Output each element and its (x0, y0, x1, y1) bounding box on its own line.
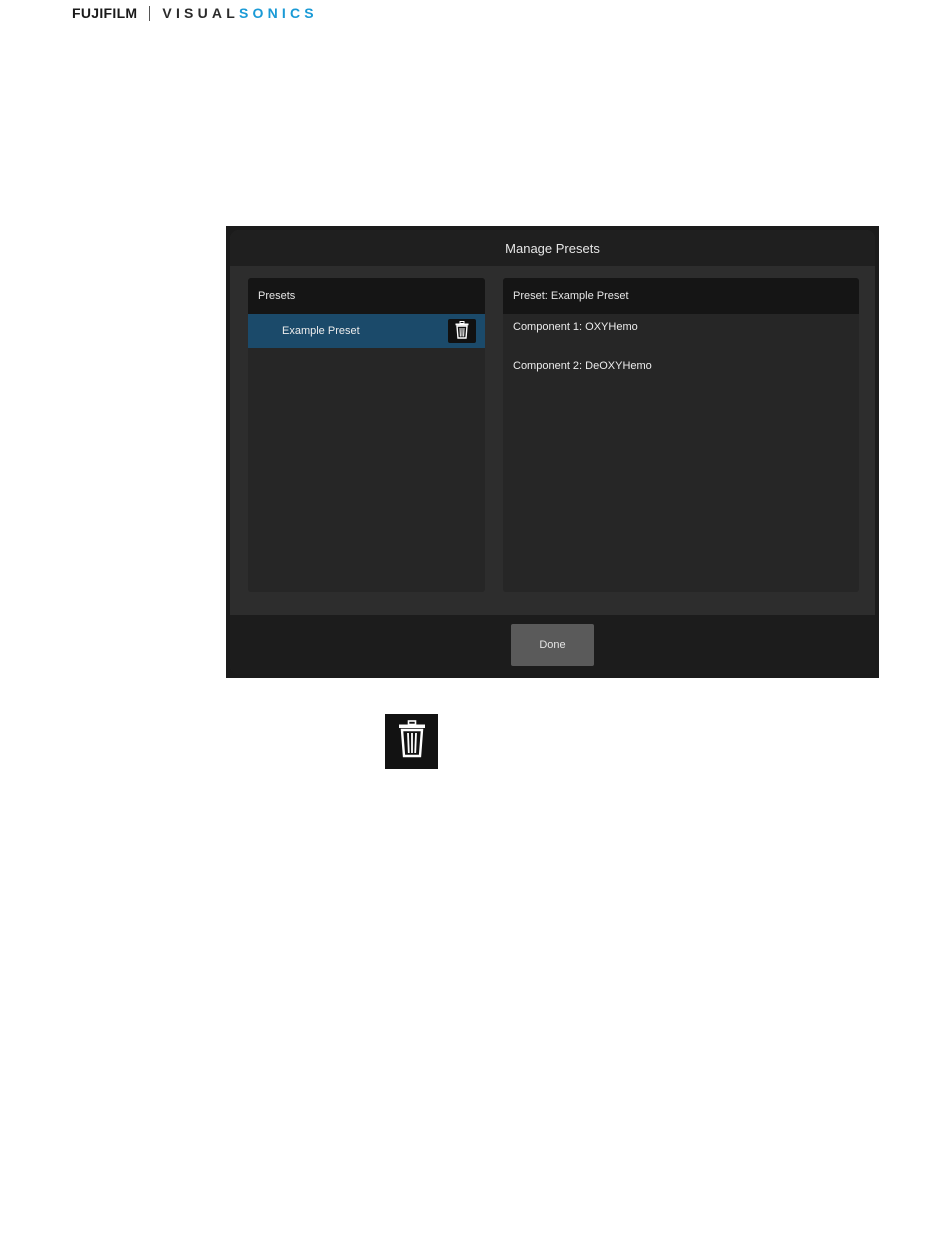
preset-detail-header: Preset: Example Preset (503, 278, 859, 314)
brand-sonics: SONICS (238, 5, 318, 21)
preset-detail-title: Preset: Example Preset (513, 290, 629, 302)
presets-panel-title: Presets (258, 290, 296, 302)
done-button[interactable]: Done (511, 624, 594, 666)
dialog-screenshot: Manage Presets Presets Example Preset Pr… (226, 226, 879, 678)
brand-divider (149, 5, 151, 21)
trash-icon (398, 720, 426, 763)
manage-presets-dialog: Manage Presets Presets Example Preset Pr… (230, 230, 875, 674)
component-2-label: Component 2: DeOXYHemo (513, 360, 652, 372)
delete-preset-button[interactable] (448, 319, 476, 343)
brand-logo: FUJIFILM VISUAL SONICS (72, 4, 318, 22)
brand-fujifilm: FUJIFILM (72, 5, 138, 21)
dialog-footer: Done (230, 615, 875, 674)
preset-detail-panel: Preset: Example Preset Component 1: OXYH… (503, 278, 859, 592)
component-1-label: Component 1: OXYHemo (513, 321, 638, 333)
preset-item-label: Example Preset (282, 325, 360, 337)
dialog-title-bar: Manage Presets (230, 230, 875, 266)
presets-panel-header: Presets (248, 278, 485, 314)
dialog-title: Manage Presets (505, 240, 600, 256)
presets-panel: Presets Example Preset (248, 278, 485, 592)
trash-icon (455, 320, 469, 342)
trash-icon-reference (385, 714, 438, 769)
preset-list-item[interactable]: Example Preset (248, 314, 485, 348)
brand-visual: VISUAL (162, 5, 239, 21)
